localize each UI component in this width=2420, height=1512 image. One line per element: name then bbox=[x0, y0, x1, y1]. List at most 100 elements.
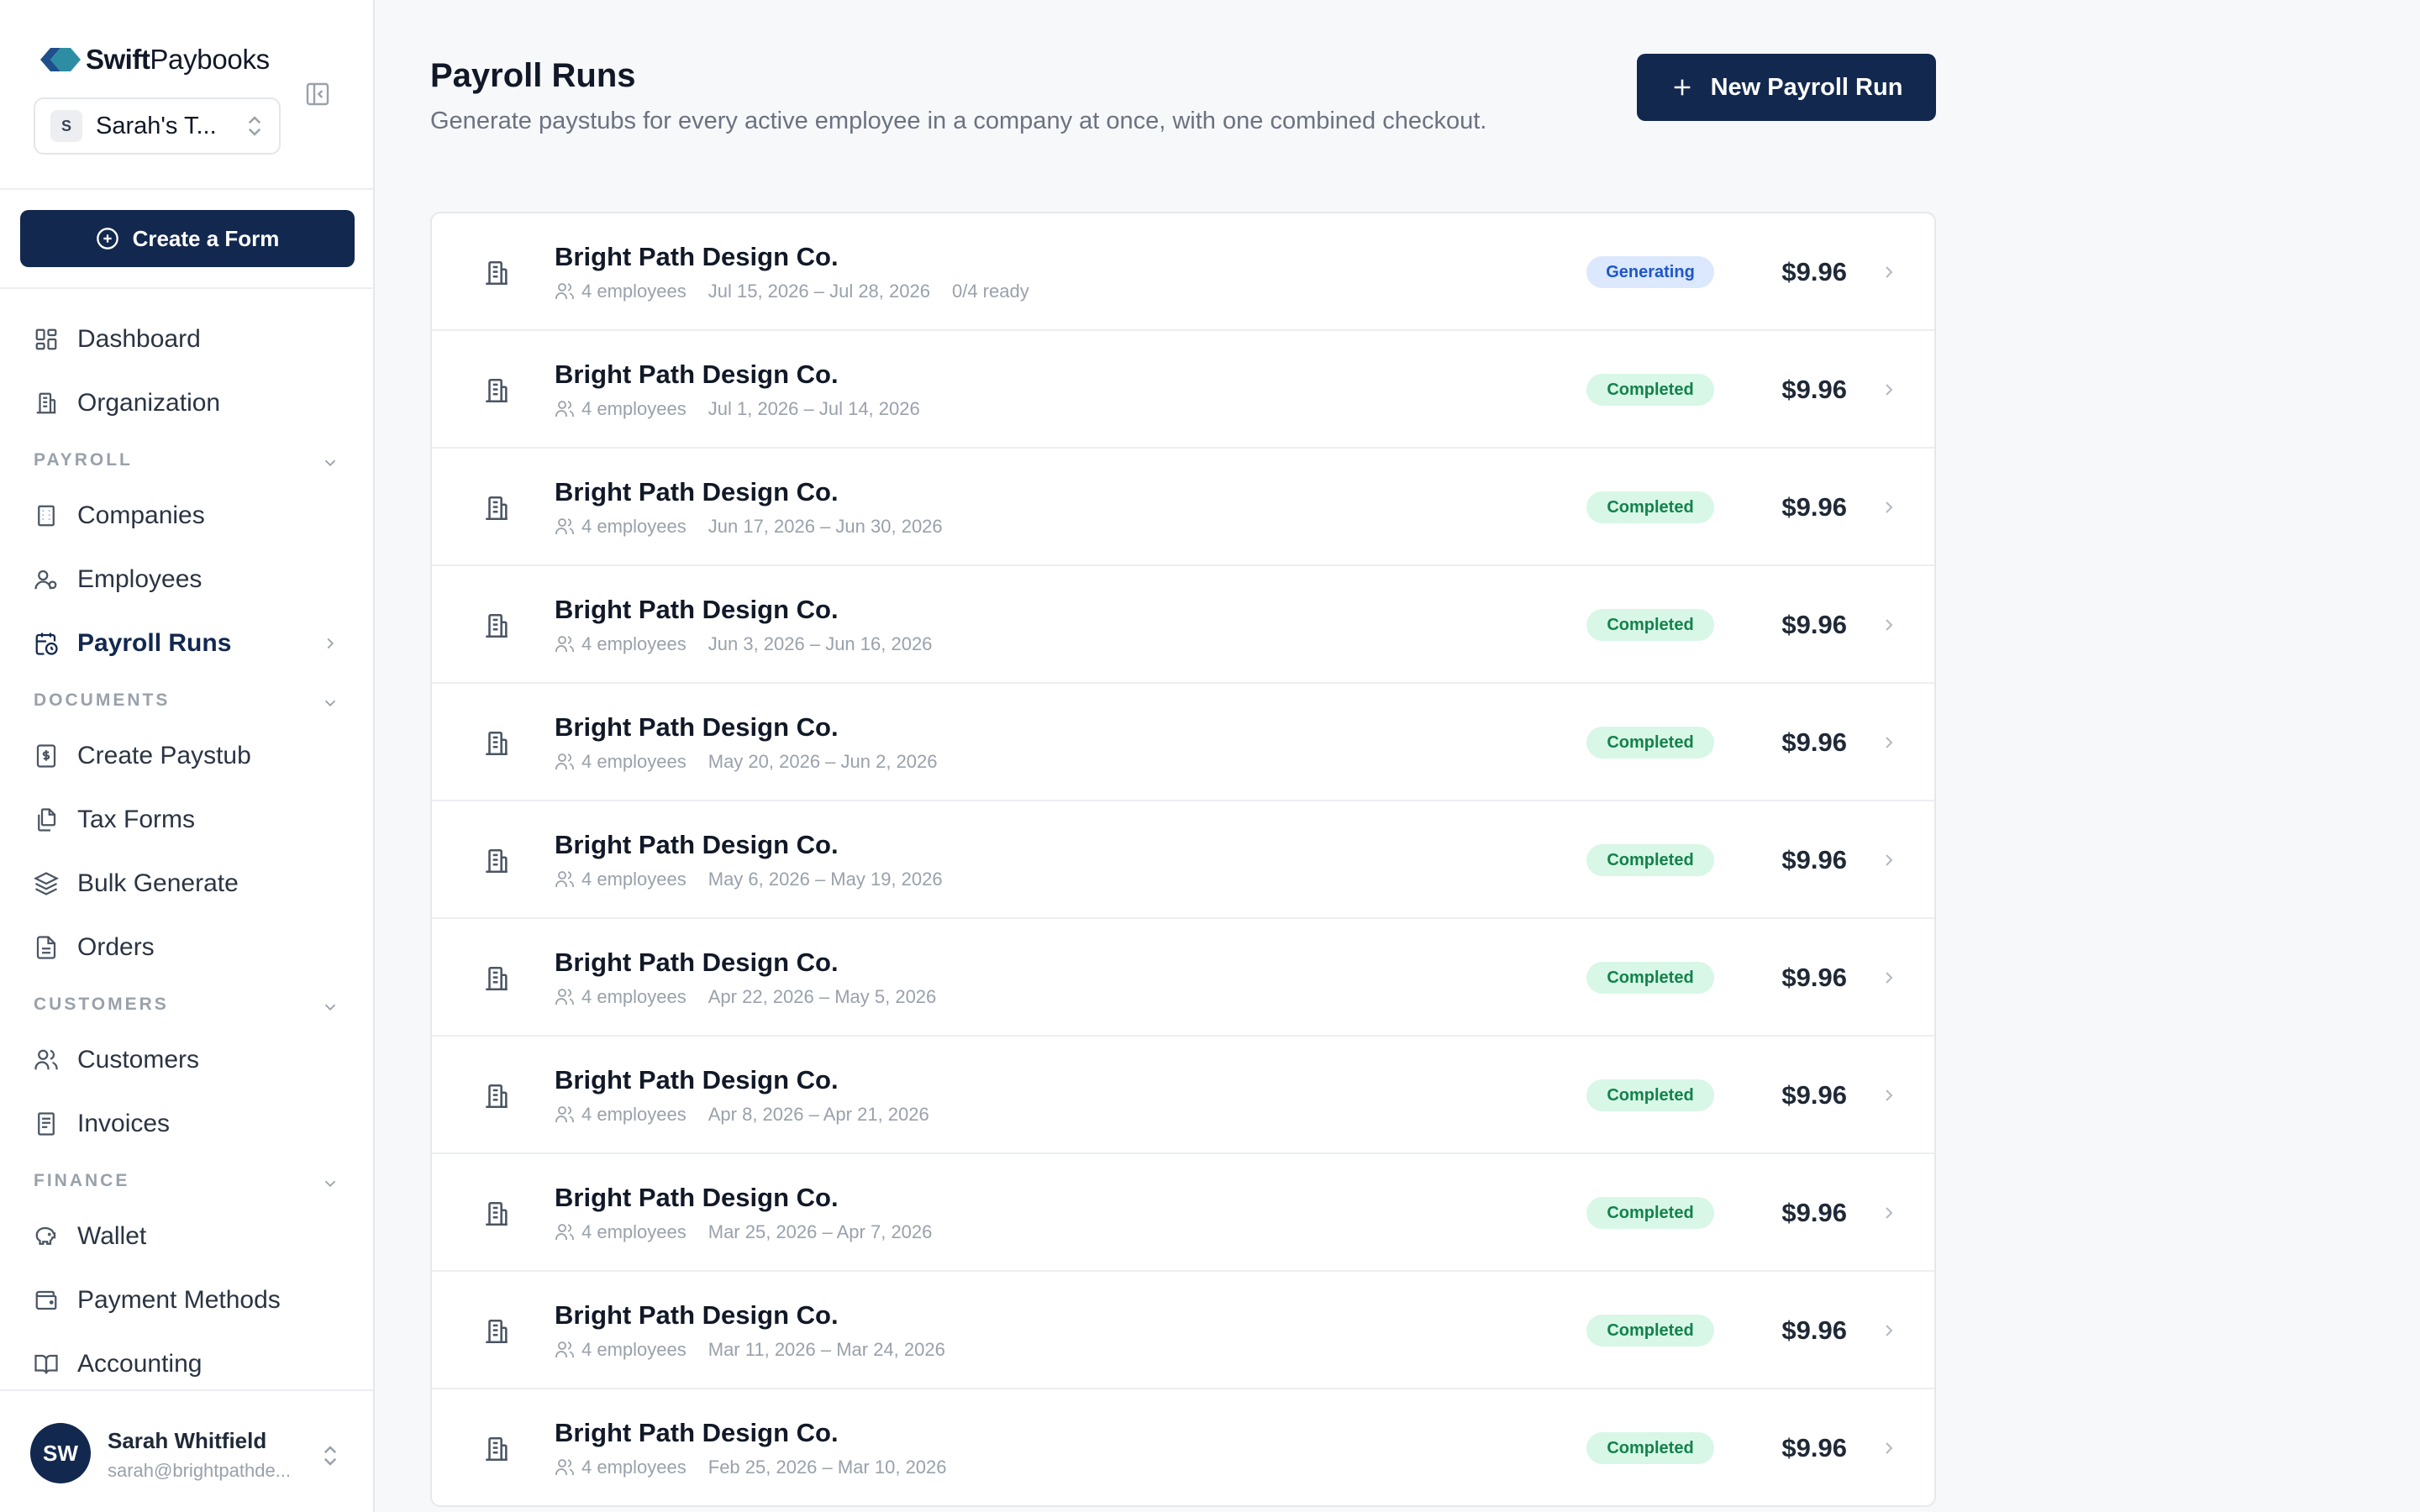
sidebar-item-invoices[interactable]: Invoices bbox=[34, 1102, 170, 1146]
company-name: Bright Path Design Co. bbox=[555, 1183, 839, 1212]
employee-count: 4 employees bbox=[581, 633, 687, 654]
payroll-run-row[interactable]: Bright Path Design Co. 4 employees Apr 8… bbox=[432, 1037, 1934, 1154]
chevron-up-down-icon bbox=[248, 116, 261, 136]
pay-period: May 6, 2026 – May 19, 2026 bbox=[708, 869, 943, 890]
company-name: Bright Path Design Co. bbox=[555, 360, 839, 389]
status-badge: Completed bbox=[1586, 609, 1714, 641]
sidebar-item-orders[interactable]: Orders bbox=[34, 926, 155, 969]
users-icon bbox=[555, 1224, 574, 1240]
run-meta: 4 employees Mar 25, 2026 – Apr 7, 2026 bbox=[555, 1221, 932, 1243]
employee-count: 4 employees bbox=[581, 1457, 687, 1478]
payroll-run-row[interactable]: Bright Path Design Co. 4 employees Jun 3… bbox=[432, 566, 1934, 684]
sidebar-item-label: Invoices bbox=[77, 1110, 171, 1137]
users-icon bbox=[555, 283, 574, 299]
run-meta: 4 employees Apr 22, 2026 – May 5, 2026 bbox=[555, 986, 936, 1008]
sidebar-item-label: Bulk Generate bbox=[77, 869, 239, 897]
chevron-down-icon[interactable] bbox=[321, 694, 339, 712]
status-badge: Completed bbox=[1586, 374, 1714, 406]
piggy-bank-icon bbox=[35, 1226, 56, 1245]
dashboard-icon bbox=[35, 328, 57, 350]
status-badge: Completed bbox=[1586, 962, 1714, 994]
payroll-run-row[interactable]: Bright Path Design Co. 4 employees Feb 2… bbox=[432, 1389, 1934, 1505]
run-amount: $9.96 bbox=[1781, 963, 1847, 992]
pay-period: Mar 11, 2026 – Mar 24, 2026 bbox=[708, 1339, 945, 1360]
payroll-run-row[interactable]: Bright Path Design Co. 4 employees Mar 2… bbox=[432, 1154, 1934, 1272]
workspace-name: Sarah's T... bbox=[96, 112, 217, 139]
company-name: Bright Path Design Co. bbox=[555, 948, 839, 977]
sidebar-item-label: Dashboard bbox=[77, 325, 201, 353]
run-amount: $9.96 bbox=[1781, 492, 1847, 522]
sidebar-item-create-paystub[interactable]: Create Paystub bbox=[34, 734, 251, 778]
pay-period: Jun 17, 2026 – Jun 30, 2026 bbox=[708, 516, 943, 537]
workspace-badge: S bbox=[50, 110, 82, 142]
run-amount: $9.96 bbox=[1781, 610, 1847, 639]
payroll-run-row[interactable]: Bright Path Design Co. 4 employees Jul 1… bbox=[432, 213, 1934, 331]
employee-count: 4 employees bbox=[581, 281, 687, 302]
copy-icon bbox=[38, 808, 56, 832]
chevron-right-icon bbox=[1886, 501, 1893, 513]
company-name: Bright Path Design Co. bbox=[555, 1065, 839, 1095]
sidebar-collapse-icon[interactable] bbox=[304, 81, 331, 108]
new-payroll-run-button[interactable]: New Payroll Run bbox=[1637, 54, 1936, 121]
workspace-switcher[interactable]: S Sarah's T... bbox=[34, 97, 281, 155]
run-meta: 4 employees Mar 11, 2026 – Mar 24, 2026 bbox=[555, 1339, 945, 1361]
sidebar-item-dashboard[interactable]: Dashboard bbox=[34, 318, 201, 361]
payroll-run-row[interactable]: Bright Path Design Co. 4 employees Mar 1… bbox=[432, 1272, 1934, 1389]
status-badge: Completed bbox=[1586, 491, 1714, 523]
payroll-run-row[interactable]: Bright Path Design Co. 4 employees Jul 1… bbox=[432, 331, 1934, 449]
employee-count: 4 employees bbox=[581, 1104, 687, 1125]
users-icon bbox=[555, 518, 574, 534]
chevron-right-icon bbox=[1886, 384, 1893, 396]
create-form-button[interactable]: Create a Form bbox=[20, 210, 355, 267]
sidebar-item-payment-methods[interactable]: Payment Methods bbox=[34, 1278, 281, 1322]
run-meta: 4 employees Jun 17, 2026 – Jun 30, 2026 bbox=[555, 516, 943, 538]
pay-period: Apr 8, 2026 – Apr 21, 2026 bbox=[708, 1104, 929, 1125]
chevron-right-icon bbox=[327, 638, 334, 649]
company-name: Bright Path Design Co. bbox=[555, 1300, 839, 1330]
company-name: Bright Path Design Co. bbox=[555, 595, 839, 624]
building-icon bbox=[486, 848, 508, 874]
payroll-run-row[interactable]: Bright Path Design Co. 4 employees Apr 2… bbox=[432, 919, 1934, 1037]
status-badge: Completed bbox=[1586, 1432, 1714, 1464]
company-name: Bright Path Design Co. bbox=[555, 1418, 839, 1447]
chevron-down-icon[interactable] bbox=[321, 998, 339, 1016]
sidebar-item-payroll-runs[interactable]: Payroll Runs bbox=[34, 622, 231, 665]
run-meta: 4 employees May 6, 2026 – May 19, 2026 bbox=[555, 869, 943, 890]
chevron-down-icon[interactable] bbox=[321, 454, 339, 472]
page-title: Payroll Runs bbox=[430, 57, 636, 94]
pay-period: Jul 15, 2026 – Jul 28, 2026 bbox=[708, 281, 930, 302]
sidebar-item-companies[interactable]: Companies bbox=[34, 494, 205, 538]
building-icon bbox=[486, 378, 508, 403]
employee-count: 4 employees bbox=[581, 986, 687, 1007]
sidebar-item-wallet[interactable]: Wallet bbox=[34, 1215, 146, 1258]
pay-period: Jul 1, 2026 – Jul 14, 2026 bbox=[708, 398, 920, 419]
payroll-run-row[interactable]: Bright Path Design Co. 4 employees Jun 1… bbox=[432, 449, 1934, 566]
pay-period: May 20, 2026 – Jun 2, 2026 bbox=[708, 751, 938, 772]
calendar-clock-icon bbox=[35, 633, 58, 655]
sidebar-item-customers[interactable]: Customers bbox=[34, 1038, 199, 1082]
sidebar-item-tax-forms[interactable]: Tax Forms bbox=[34, 798, 195, 842]
building-icon bbox=[36, 392, 56, 414]
users-icon bbox=[555, 989, 574, 1005]
sidebar-item-bulk-generate[interactable]: Bulk Generate bbox=[34, 862, 239, 906]
building-icon bbox=[486, 1436, 508, 1462]
divider bbox=[0, 188, 373, 190]
plus-circle-icon bbox=[96, 228, 118, 249]
sidebar-item-accounting[interactable]: Accounting bbox=[34, 1342, 202, 1386]
swift-logo-icon bbox=[40, 48, 81, 71]
chevron-down-icon[interactable] bbox=[321, 1174, 339, 1193]
sidebar-item-employees[interactable]: Employees bbox=[34, 558, 202, 601]
run-amount: $9.96 bbox=[1781, 375, 1847, 404]
sidebar-item-organization[interactable]: Organization bbox=[34, 381, 220, 425]
payroll-run-row[interactable]: Bright Path Design Co. 4 employees May 6… bbox=[432, 801, 1934, 919]
user-menu[interactable]: SW Sarah Whitfield sarah@brightpathde... bbox=[0, 1389, 373, 1512]
brand-logo[interactable]: Swift Paybooks bbox=[39, 40, 270, 79]
ready-count: 0/4 ready bbox=[951, 281, 1029, 302]
employee-count: 4 employees bbox=[581, 1221, 687, 1242]
building-icon bbox=[486, 966, 508, 991]
users-icon bbox=[555, 636, 574, 652]
employee-count: 4 employees bbox=[581, 398, 687, 419]
status-badge: Completed bbox=[1586, 1079, 1714, 1111]
payroll-run-row[interactable]: Bright Path Design Co. 4 employees May 2… bbox=[432, 684, 1934, 801]
new-payroll-run-label: New Payroll Run bbox=[1710, 73, 1903, 101]
